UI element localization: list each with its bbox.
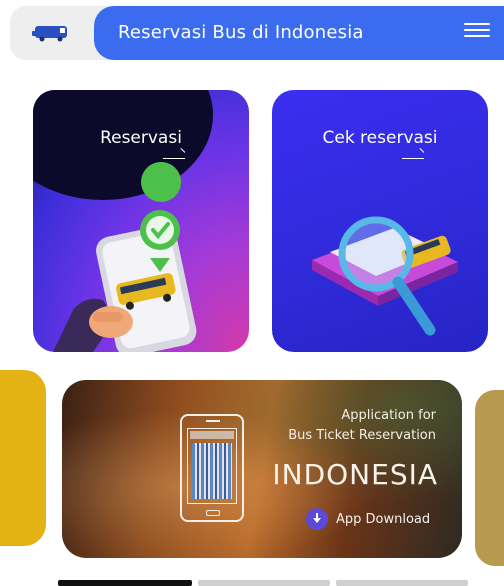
app-download-button[interactable]: App Download <box>306 508 430 530</box>
app-download-banner[interactable]: Application for Bus Ticket Reservation I… <box>62 380 462 558</box>
app-download-label: App Download <box>336 511 431 527</box>
banner-subtitle: Application for Bus Ticket Reservation <box>288 408 436 443</box>
carousel-indicator-1[interactable] <box>58 580 192 586</box>
reservation-card[interactable]: Reservasi <box>33 90 249 352</box>
page-title: Reservasi Bus di Indonesia <box>118 22 364 43</box>
title-bar: Reservasi Bus di Indonesia <box>94 6 504 60</box>
download-icon <box>306 508 328 530</box>
phone-checkmark-bus-illustration <box>53 162 197 352</box>
banner-country: INDONESIA <box>272 458 438 491</box>
check-reservation-card[interactable]: Cek reservasi <box>272 90 488 352</box>
carousel-indicator-3[interactable] <box>336 580 468 586</box>
bus-icon <box>32 26 67 42</box>
magnifier-bus-ticket-illustration <box>312 216 458 336</box>
next-slide-peek[interactable] <box>475 390 504 566</box>
qr-phone-illustration <box>180 414 244 522</box>
app-header: Reservasi Bus di Indonesia <box>10 6 504 60</box>
hamburger-menu-icon[interactable] <box>464 19 490 45</box>
carousel-indicator-2[interactable] <box>198 580 330 586</box>
previous-slide-peek[interactable] <box>0 370 46 546</box>
